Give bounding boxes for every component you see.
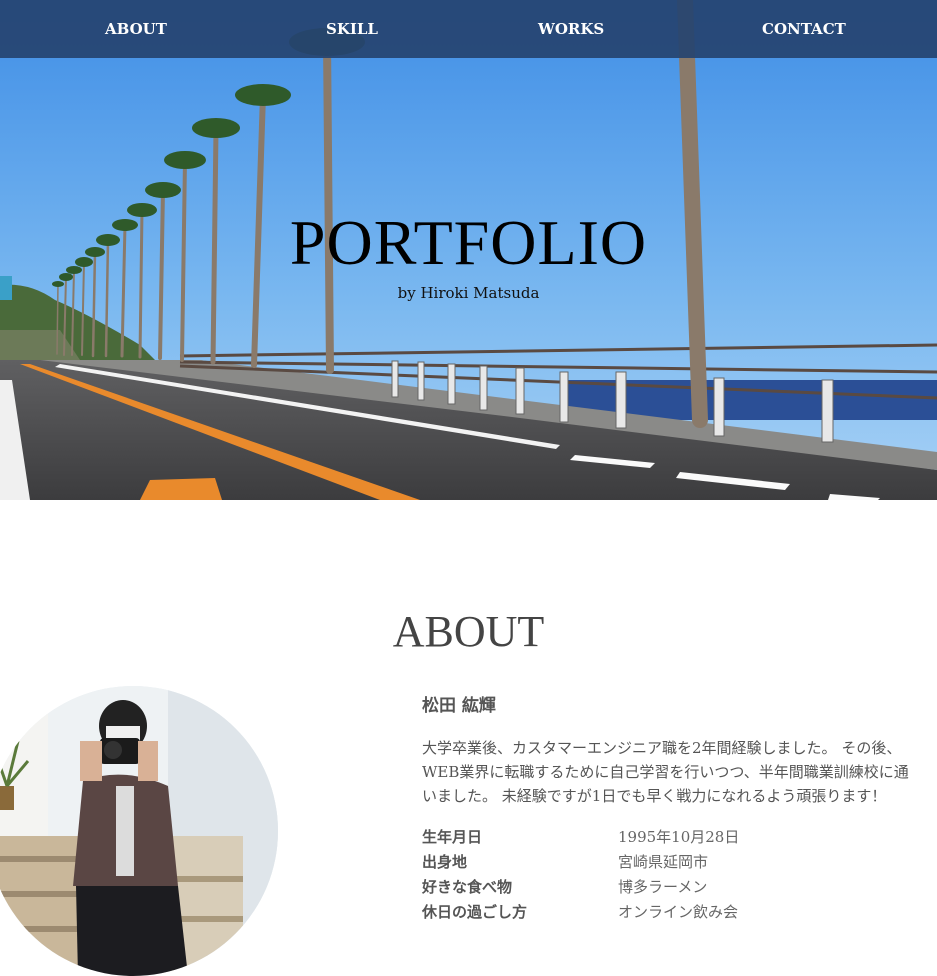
profile-photo-image	[0, 686, 278, 976]
nav-works-link[interactable]: WORKS	[538, 20, 604, 38]
profile-label: 休日の過ごし方	[422, 903, 528, 921]
nav-about-link[interactable]: ABOUT	[105, 20, 167, 38]
intro-line: いました。 未経験ですが1日でも早く戦力になれるよう頑張ります！	[422, 787, 887, 805]
profile-table: 生年月日 1995年10月28日 出身地 宮崎県延岡市 好きな食べ物 博多ラーメ…	[422, 826, 937, 926]
nav-skill-link[interactable]: SKILL	[326, 20, 378, 38]
profile-row-holiday: 休日の過ごし方 オンライン飲み会	[422, 901, 937, 926]
about-heading: ABOUT	[392, 607, 545, 656]
profile-value: 1995年10月28日	[618, 828, 740, 846]
profile-value: 宮崎県延岡市	[618, 853, 709, 871]
profile-row-birthday: 生年月日 1995年10月28日	[422, 826, 937, 851]
profile-value: 博多ラーメン	[618, 878, 708, 896]
top-navigation: ABOUT SKILL WORKS CONTACT	[0, 0, 937, 58]
intro-line: 大学卒業後、カスタマーエンジニア職を2年間経験しました。 その後、	[422, 739, 902, 757]
hero-subtitle: by Hiroki Matsuda	[397, 284, 540, 302]
profile-name: 松田 紘輝	[422, 696, 496, 716]
hero-title: PORTFOLIO	[289, 207, 648, 278]
profile-row-favorite-food: 好きな食べ物 博多ラーメン	[422, 876, 937, 901]
profile-photo	[0, 686, 278, 976]
profile-row-hometown: 出身地 宮崎県延岡市	[422, 851, 937, 876]
profile-value: オンライン飲み会	[618, 903, 739, 921]
profile-label: 出身地	[422, 853, 468, 871]
hero-section: ABOUT SKILL WORKS CONTACT PORTFOLIO by H…	[0, 0, 937, 500]
profile-label: 生年月日	[422, 828, 483, 846]
nav-contact-link[interactable]: CONTACT	[762, 20, 846, 38]
intro-line: WEB業界に転職するために自己学習を行いつつ、半年間職業訓練校に通	[422, 763, 909, 781]
intro-text: 大学卒業後、カスタマーエンジニア職を2年間経験しました。 その後、 WEB業界に…	[422, 736, 937, 808]
profile-label: 好きな食べ物	[422, 878, 513, 896]
